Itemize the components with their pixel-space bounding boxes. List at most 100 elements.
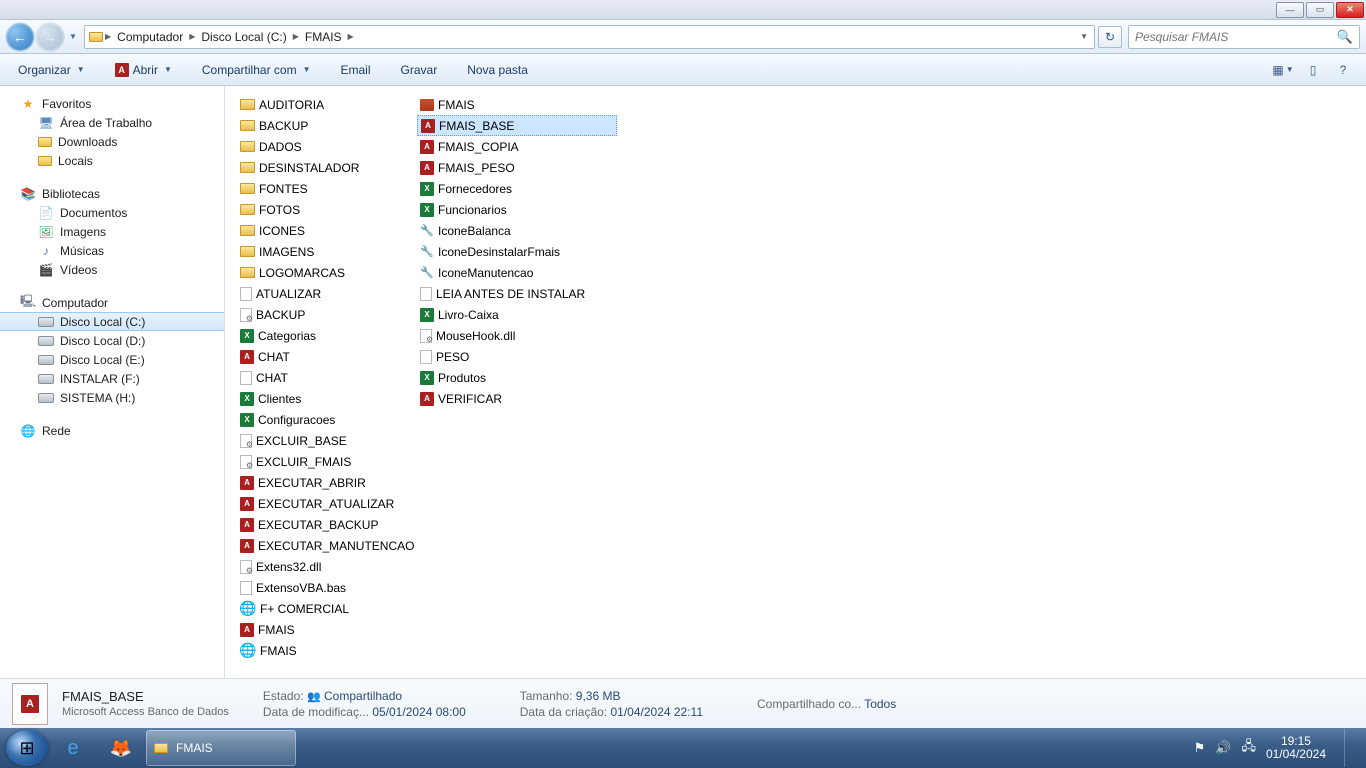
share-button[interactable]: Compartilhar com▼ — [194, 59, 319, 81]
file-item[interactable]: DADOS — [237, 136, 417, 157]
back-button[interactable]: ← — [6, 23, 34, 51]
tray-flag-icon[interactable]: ⚑ — [1194, 740, 1206, 756]
help-button[interactable]: ? — [1330, 59, 1356, 81]
file-item[interactable]: BACKUP — [237, 115, 417, 136]
preview-pane-button[interactable]: ▯ — [1300, 59, 1326, 81]
file-item[interactable]: AEXECUTAR_ABRIR — [237, 472, 417, 493]
file-name: Fornecedores — [438, 182, 512, 196]
file-item[interactable]: AEXECUTAR_ATUALIZAR — [237, 493, 417, 514]
breadcrumb-seg[interactable]: FMAIS — [301, 30, 346, 44]
nav-videos[interactable]: 🎬Vídeos — [0, 260, 224, 279]
file-item[interactable]: AFMAIS — [237, 619, 417, 640]
file-item[interactable]: IMAGENS — [237, 241, 417, 262]
nav-downloads[interactable]: Downloads — [0, 132, 224, 151]
file-item[interactable]: FMAIS — [417, 94, 617, 115]
nav-computer[interactable]: 🖳Computador — [0, 293, 224, 312]
addr-dropdown[interactable]: ▼ — [1078, 32, 1090, 41]
nav-music[interactable]: ♪Músicas — [0, 241, 224, 260]
file-item[interactable]: BACKUP — [237, 304, 417, 325]
folder-icon — [89, 32, 103, 42]
file-item[interactable]: ACHAT — [237, 346, 417, 367]
file-item[interactable]: XClientes — [237, 388, 417, 409]
taskbar-explorer[interactable]: FMAIS — [146, 730, 296, 766]
nav-desktop[interactable]: 🖥Área de Trabalho — [0, 113, 224, 132]
nav-network[interactable]: 🌐Rede — [0, 421, 224, 440]
email-button[interactable]: Email — [333, 59, 379, 81]
breadcrumb-sep: ▶ — [103, 32, 113, 41]
nav-drive-d[interactable]: Disco Local (D:) — [0, 331, 224, 350]
burn-button[interactable]: Gravar — [393, 59, 446, 81]
file-item[interactable]: LOGOMARCAS — [237, 262, 417, 283]
nav-drive-c[interactable]: Disco Local (C:) — [0, 312, 224, 331]
nav-drive-h[interactable]: SISTEMA (H:) — [0, 388, 224, 407]
file-item[interactable]: XCategorias — [237, 325, 417, 346]
start-button[interactable]: ⊞ — [6, 730, 48, 766]
tray-network-icon[interactable]: 🖧 — [1241, 737, 1256, 759]
file-item[interactable]: MouseHook.dll — [417, 325, 617, 346]
file-item[interactable]: PESO — [417, 346, 617, 367]
file-item[interactable]: XFornecedores — [417, 178, 617, 199]
file-item[interactable]: AFMAIS_BASE — [417, 115, 617, 136]
file-item[interactable]: Extens32.dll — [237, 556, 417, 577]
file-item[interactable]: 🔧IconeBalanca — [417, 220, 617, 241]
nav-drive-f[interactable]: INSTALAR (F:) — [0, 369, 224, 388]
file-item[interactable]: 🌐F+ COMERCIAL — [237, 598, 417, 619]
file-item[interactable]: AFMAIS_COPIA — [417, 136, 617, 157]
file-item[interactable]: LEIA ANTES DE INSTALAR — [417, 283, 617, 304]
file-item[interactable]: ExtensoVBA.bas — [237, 577, 417, 598]
view-button[interactable]: ▦▼ — [1270, 59, 1296, 81]
taskbar-firefox[interactable]: 🦊 — [98, 730, 144, 766]
minimize-button[interactable]: — — [1276, 2, 1304, 18]
address-bar[interactable]: ▶ Computador ▶ Disco Local (C:) ▶ FMAIS … — [84, 25, 1095, 49]
nav-drive-e[interactable]: Disco Local (E:) — [0, 350, 224, 369]
file-item[interactable]: FONTES — [237, 178, 417, 199]
organize-button[interactable]: Organizar▼ — [10, 59, 93, 81]
nav-recent[interactable]: Locais — [0, 151, 224, 170]
file-item[interactable]: 🌐FMAIS — [237, 640, 417, 661]
file-item[interactable]: AVERIFICAR — [417, 388, 617, 409]
newfolder-button[interactable]: Nova pasta — [459, 59, 536, 81]
show-desktop-button[interactable] — [1344, 729, 1356, 767]
file-item[interactable]: XProdutos — [417, 367, 617, 388]
nav-favorites[interactable]: ★Favoritos — [0, 94, 224, 113]
nav-images[interactable]: 🖼Imagens — [0, 222, 224, 241]
open-button[interactable]: AAbrir▼ — [107, 59, 180, 81]
close-button[interactable]: ✕ — [1336, 2, 1364, 18]
file-item[interactable]: EXCLUIR_FMAIS — [237, 451, 417, 472]
file-item[interactable]: AFMAIS_PESO — [417, 157, 617, 178]
breadcrumb-seg[interactable]: Disco Local (C:) — [197, 30, 290, 44]
maximize-button[interactable]: ▭ — [1306, 2, 1334, 18]
nav-libraries[interactable]: 📚Bibliotecas — [0, 184, 224, 203]
file-item[interactable]: XFuncionarios — [417, 199, 617, 220]
file-item[interactable]: CHAT — [237, 367, 417, 388]
file-item[interactable]: EXCLUIR_BASE — [237, 430, 417, 451]
history-dropdown[interactable]: ▼ — [66, 27, 80, 47]
file-item[interactable]: 🔧IconeDesinstalarFmais — [417, 241, 617, 262]
search-box[interactable]: 🔍 — [1128, 25, 1360, 49]
taskbar-ie[interactable]: e — [50, 730, 96, 766]
file-item[interactable]: XLivro-Caixa — [417, 304, 617, 325]
file-item[interactable]: AEXECUTAR_BACKUP — [237, 514, 417, 535]
nav-documents[interactable]: 📄Documentos — [0, 203, 224, 222]
file-item[interactable]: ICONES — [237, 220, 417, 241]
refresh-button[interactable]: ↻ — [1098, 26, 1122, 48]
breadcrumb-seg[interactable]: Computador — [113, 30, 187, 44]
search-input[interactable] — [1135, 30, 1337, 44]
tray-volume-icon[interactable]: 🔊 — [1215, 740, 1231, 756]
file-name: FMAIS — [260, 644, 297, 658]
file-item[interactable]: DESINSTALADOR — [237, 157, 417, 178]
file-item[interactable]: AEXECUTAR_MANUTENCAO — [237, 535, 417, 556]
system-tray: ⚑ 🔊 🖧 19:15 01/04/2024 — [1194, 729, 1360, 767]
file-item[interactable]: XConfiguracoes — [237, 409, 417, 430]
search-icon[interactable]: 🔍 — [1337, 29, 1353, 45]
file-name: DESINSTALADOR — [259, 161, 359, 175]
file-item[interactable]: ATUALIZAR — [237, 283, 417, 304]
file-item[interactable]: AUDITORIA — [237, 94, 417, 115]
forward-button[interactable]: → — [36, 23, 64, 51]
access-icon: A — [240, 623, 254, 637]
tray-clock[interactable]: 19:15 01/04/2024 — [1266, 735, 1326, 761]
file-item[interactable]: 🔧IconeManutencao — [417, 262, 617, 283]
file-name: EXECUTAR_ATUALIZAR — [258, 497, 394, 511]
excel-icon: X — [420, 371, 434, 385]
file-item[interactable]: FOTOS — [237, 199, 417, 220]
